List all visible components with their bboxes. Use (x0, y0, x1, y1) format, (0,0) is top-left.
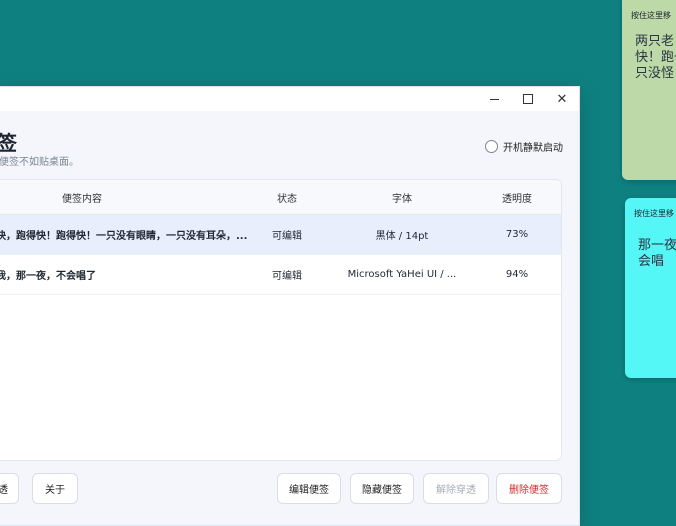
header-font: 字体 (392, 193, 412, 205)
minimize-icon (489, 98, 499, 100)
about-button[interactable]: 关于 (32, 473, 78, 504)
header: 签 便签不如贴桌面。 开机静默启动 (0, 121, 579, 171)
header-content: 便签内容 (62, 193, 102, 205)
autostart-toggle[interactable]: 开机静默启动 (485, 139, 563, 154)
autostart-label: 开机静默启动 (503, 143, 563, 154)
minimize-button[interactable] (477, 87, 511, 111)
unpenetrate-button[interactable]: 解除穿透 (423, 473, 489, 504)
penetrate-button[interactable]: 透 (0, 473, 19, 504)
note-drag-handle[interactable]: 按住这里移 (625, 198, 676, 222)
maximize-button[interactable] (511, 87, 545, 111)
note-text[interactable]: 那一夜不会唱 (625, 222, 676, 270)
edit-note-button[interactable]: 编辑便签 (277, 473, 341, 504)
hide-note-button[interactable]: 隐藏便签 (350, 473, 414, 504)
row-opacity: 94% (505, 269, 529, 280)
sticky-note[interactable]: 按住这里移 两只老快！跑一只没怪！ (622, 0, 676, 180)
radio-icon[interactable] (485, 140, 498, 153)
close-button[interactable]: ✕ (545, 87, 579, 111)
sticky-note[interactable]: 按住这里移 那一夜不会唱 (625, 198, 676, 378)
note-drag-handle[interactable]: 按住这里移 (622, 0, 676, 24)
row-status: 可编辑 (272, 271, 302, 282)
header-opacity: 透明度 (502, 193, 532, 205)
page-subtitle: 便签不如贴桌面。 (0, 157, 79, 168)
table-row[interactable]: 快，跑得快！跑得快！一只没有眼睛，一只没有耳朵，... 可编辑 黑体 / 14p… (0, 215, 561, 255)
row-content: 我，那一夜，不会唱了 (0, 271, 96, 282)
maximize-icon (523, 94, 533, 104)
table-header: 便签内容 状态 字体 透明度 (0, 180, 561, 215)
table-row[interactable]: 我，那一夜，不会唱了 可编辑 Microsoft YaHei UI / ... … (0, 255, 561, 295)
close-icon: ✕ (556, 91, 568, 107)
row-font: Microsoft YaHei UI / ... (347, 269, 457, 280)
page-title: 签 (0, 131, 17, 155)
row-status: 可编辑 (272, 231, 302, 242)
main-window: ✕ 签 便签不如贴桌面。 开机静默启动 便签内容 状态 字体 透明度 快，跑得快… (0, 86, 580, 526)
row-content: 快，跑得快！跑得快！一只没有眼睛，一只没有耳朵，... (0, 231, 248, 242)
header-status: 状态 (277, 193, 297, 205)
row-opacity: 73% (505, 229, 529, 240)
title-bar[interactable]: ✕ (0, 87, 579, 111)
delete-note-button[interactable]: 删除便签 (496, 473, 562, 504)
note-text[interactable]: 两只老快！跑一只没怪！ (622, 24, 676, 82)
row-font: 黑体 / 14pt (375, 231, 429, 242)
notes-table: 便签内容 状态 字体 透明度 快，跑得快！跑得快！一只没有眼睛，一只没有耳朵，.… (0, 179, 562, 461)
